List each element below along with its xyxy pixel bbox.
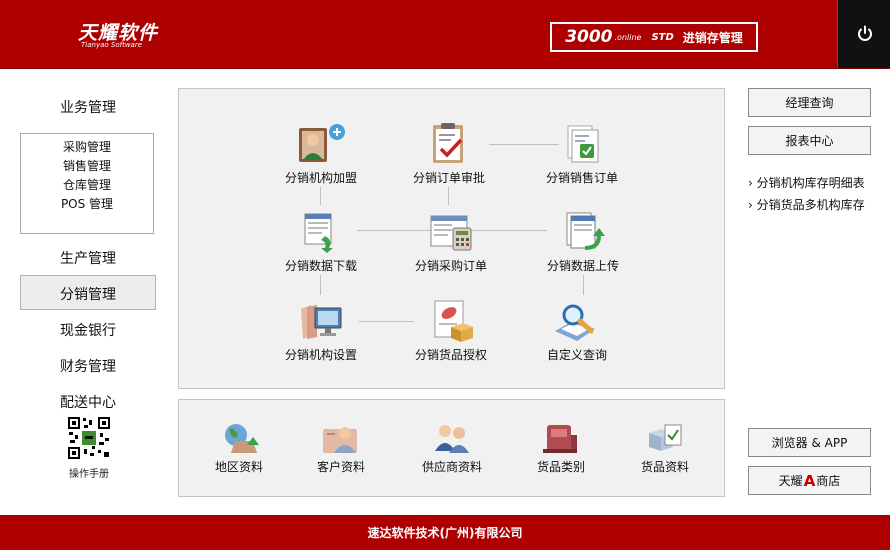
product-number: 3000 [565, 27, 613, 47]
goods-auth-icon [434, 300, 473, 342]
power-button[interactable] [837, 0, 890, 68]
browser-app-button[interactable]: 浏览器 & APP [748, 428, 871, 457]
org-settings-icon [301, 305, 342, 339]
nav-cash-bank[interactable]: 现金银行 [20, 320, 156, 340]
nav-sub-pos[interactable]: POS 管理 [21, 195, 153, 214]
nav-delivery[interactable]: 配送中心 [20, 392, 156, 412]
nav-business[interactable]: 业务管理 [20, 97, 156, 117]
shop-prefix: 天耀 [778, 474, 803, 488]
shop-suffix: 商店 [816, 474, 841, 488]
product-name: 进销存管理 [682, 30, 743, 45]
module-org-settings[interactable]: 分销机构设置 [266, 299, 376, 363]
basic-goods-category[interactable]: 货品类别 [506, 421, 616, 475]
basic-label: 货品资料 [640, 460, 689, 474]
module-data-download[interactable]: 分销数据下载 [266, 210, 376, 274]
module-label: 自定义查询 [546, 348, 607, 362]
product-online: .online [614, 32, 642, 42]
basic-label: 供应商资料 [421, 460, 482, 474]
goods-category-icon [543, 425, 577, 453]
region-icon [225, 424, 259, 453]
product-edition: STD [651, 31, 674, 43]
tianyao-shop-button[interactable]: 天耀 A 商店 [748, 466, 871, 495]
module-label: 分销数据上传 [546, 259, 619, 273]
module-order-approval[interactable]: 分销订单审批 [394, 122, 504, 186]
basic-supplier[interactable]: 供应商资料 [397, 421, 507, 475]
basic-customer[interactable]: 客户资料 [286, 421, 396, 475]
basic-label: 货品类别 [536, 460, 585, 474]
link-label: 分销机构库存明细表 [756, 176, 865, 190]
qr-code-icon [67, 416, 111, 460]
product-title-box: 3000 .online STD 进销存管理 [550, 22, 758, 52]
link-label: 分销货品多机构库存 [756, 198, 865, 212]
module-purchase-order[interactable]: 分销采购订单 [396, 210, 506, 274]
report-link-multi-org[interactable]: › 分销货品多机构库存 [748, 196, 865, 213]
data-download-icon [304, 213, 333, 253]
manual-label[interactable]: 操作手册 [59, 465, 119, 480]
company-name: 速达软件技术(广州)有限公司 [367, 526, 523, 540]
module-data-upload[interactable]: 分销数据上传 [528, 210, 638, 274]
nav-submenu: 采购管理 销售管理 仓库管理 POS 管理 [20, 133, 154, 234]
footer-bar: 速达软件技术(广州)有限公司 [0, 515, 890, 550]
nav-sub-warehouse[interactable]: 仓库管理 [21, 176, 153, 195]
module-label: 分销订单审批 [412, 171, 485, 185]
goods-data-icon [649, 424, 682, 451]
flow-line [448, 187, 449, 205]
customer-icon [323, 427, 357, 453]
supplier-icon [435, 425, 469, 453]
main-panel: 分销机构加盟 分销订单审批 分销销售订单 分销数据下载 分销采购订单 分销数据上… [178, 88, 725, 389]
flow-line [320, 275, 321, 295]
purchase-order-icon [430, 215, 472, 251]
basic-label: 客户资料 [316, 460, 365, 474]
basic-region[interactable]: 地区资料 [184, 421, 294, 475]
logo-subtext: Tianyao Software [81, 41, 143, 49]
nav-production[interactable]: 生产管理 [20, 248, 156, 268]
header-bar: 天耀软件 Tianyao Software 3000 .online STD 进… [0, 0, 890, 69]
clipboard-check-icon [433, 123, 463, 163]
nav-sub-sales[interactable]: 销售管理 [21, 157, 153, 176]
chevron-right-icon: › [748, 176, 757, 190]
flow-line [320, 187, 321, 205]
module-label: 分销销售订单 [545, 171, 618, 185]
module-label: 分销采购订单 [414, 259, 487, 273]
module-label: 分销机构设置 [284, 348, 357, 362]
power-icon [857, 25, 872, 41]
nav-distribution[interactable]: 分销管理 [20, 284, 156, 304]
custom-query-icon [555, 304, 595, 341]
basic-label: 地区资料 [214, 460, 263, 474]
report-link-stock-detail[interactable]: › 分销机构库存明细表 [748, 174, 865, 191]
flow-line [583, 275, 584, 295]
module-label: 分销数据下载 [284, 259, 357, 273]
module-custom-query[interactable]: 自定义查询 [522, 299, 632, 363]
report-center-button[interactable]: 报表中心 [748, 126, 871, 155]
chevron-right-icon: › [748, 198, 757, 212]
shop-a-logo: A [803, 471, 816, 490]
module-label: 分销机构加盟 [284, 171, 357, 185]
qr-code[interactable] [67, 416, 111, 464]
nav-sub-purchase[interactable]: 采购管理 [21, 138, 153, 157]
sales-order-icon [567, 125, 599, 163]
module-goods-auth[interactable]: 分销货品授权 [396, 299, 506, 363]
basic-goods-data[interactable]: 货品资料 [610, 421, 720, 475]
module-sales-order[interactable]: 分销销售订单 [527, 122, 637, 186]
module-label: 分销货品授权 [414, 348, 487, 362]
basic-data-panel: 地区资料 客户资料 供应商资料 货品类别 货品资料 [178, 399, 725, 497]
nav-finance[interactable]: 财务管理 [20, 356, 156, 376]
module-org-join[interactable]: 分销机构加盟 [266, 122, 376, 186]
org-join-icon [299, 124, 345, 162]
data-upload-icon [566, 212, 605, 250]
manager-query-button[interactable]: 经理查询 [748, 88, 871, 117]
